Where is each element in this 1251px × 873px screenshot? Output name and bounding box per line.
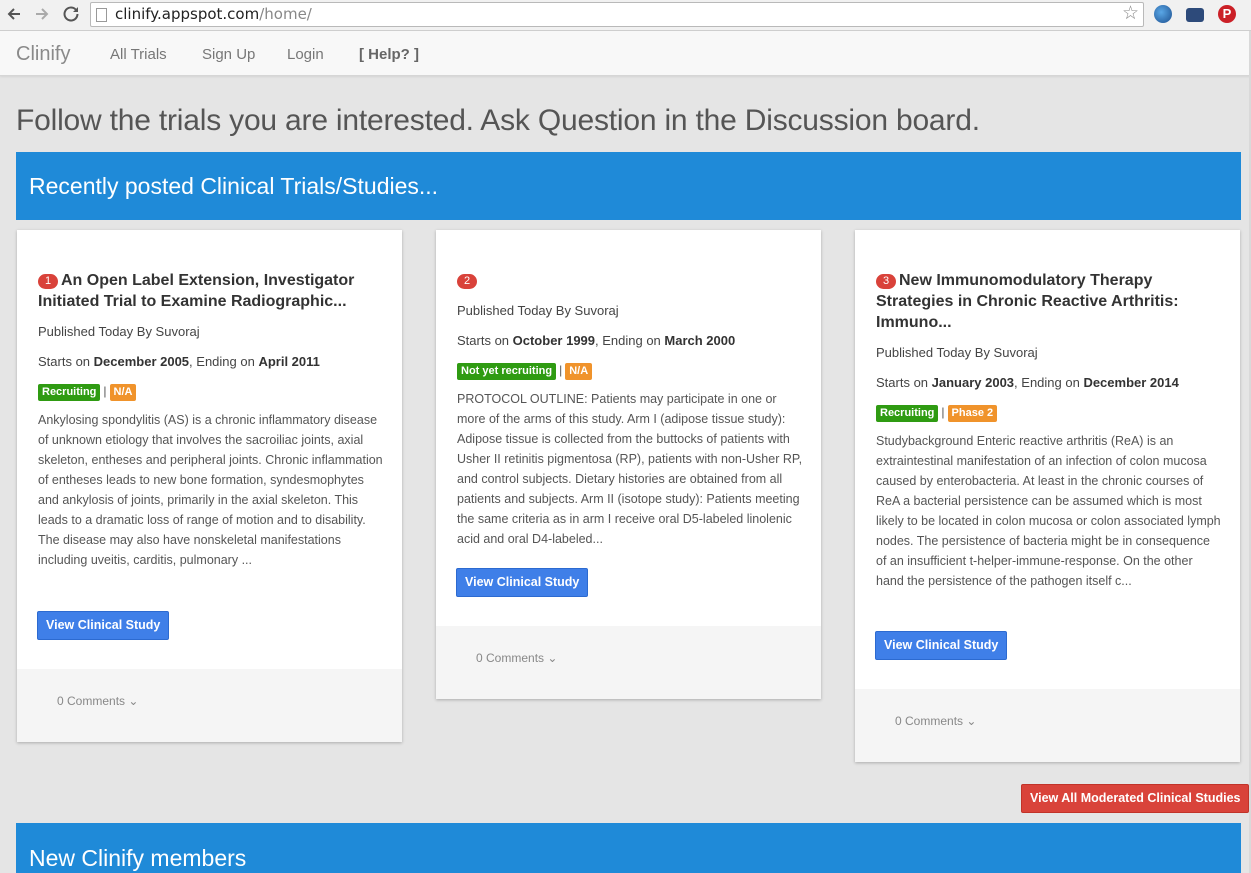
trial-labels: Recruiting | Phase 2 (876, 404, 1222, 422)
trial-number-badge: 1 (38, 274, 58, 289)
bookmark-star-icon[interactable]: ☆ (1122, 4, 1139, 24)
new-members-title: New Clinify members (29, 845, 247, 871)
url-text[interactable]: clinify.appspot.com/home/ (115, 5, 312, 23)
view-all-moderated-studies-button[interactable]: View All Moderated Clinical Studies (1021, 784, 1250, 813)
view-clinical-study-button[interactable]: View Clinical Study (875, 631, 1008, 660)
nav-login[interactable]: Login (287, 46, 324, 63)
camera-extension-icon[interactable] (1186, 8, 1204, 22)
status-badge: Recruiting (38, 384, 101, 401)
trial-dates: Starts on January 2003, Ending on Decemb… (876, 375, 1179, 390)
published-by: Published Today By Suvoraj (876, 345, 1038, 360)
globe-extension-icon[interactable] (1154, 5, 1172, 23)
trial-description: Studybackground Enteric reactive arthrit… (876, 434, 1221, 588)
trial-labels: Recruiting | N/A (38, 383, 384, 401)
trial-title[interactable]: 1 An Open Label Extension, Investigator I… (38, 270, 384, 312)
brand-logo[interactable]: Clinify (16, 43, 70, 66)
trial-title[interactable]: 2 (457, 270, 803, 291)
view-clinical-study-button[interactable]: View Clinical Study (37, 611, 170, 640)
trial-description: Ankylosing spondylitis (AS) is a chronic… (38, 413, 383, 567)
trial-title[interactable]: 3 New Immunomodulatory Therapy Strategies… (876, 270, 1222, 333)
phase-badge: Phase 2 (947, 405, 998, 422)
card-footer: 0 Comments ⌄ (436, 626, 821, 699)
page-headline: Follow the trials you are interested. As… (16, 104, 980, 137)
card-footer: 0 Comments ⌄ (855, 689, 1240, 762)
trial-dates: Starts on December 2005, Ending on April… (38, 354, 320, 369)
published-by: Published Today By Suvoraj (38, 324, 200, 339)
address-bar[interactable]: clinify.appspot.com/home/ ☆ (90, 2, 1144, 27)
page-icon (96, 8, 107, 22)
back-icon[interactable] (4, 4, 24, 24)
trial-labels: Not yet recruiting | N/A (457, 362, 803, 380)
trial-number-badge: 3 (876, 274, 896, 289)
status-badge: Not yet recruiting (457, 363, 557, 380)
status-badge: Recruiting (876, 405, 939, 422)
trial-card: 3 New Immunomodulatory Therapy Strategies… (855, 230, 1240, 762)
recent-trials-banner: Recently posted Clinical Trials/Studies.… (16, 152, 1241, 220)
published-by: Published Today By Suvoraj (457, 303, 619, 318)
trial-number-badge: 2 (457, 274, 477, 289)
phase-badge: N/A (109, 384, 137, 401)
nav-sign-up[interactable]: Sign Up (202, 46, 255, 63)
view-clinical-study-button[interactable]: View Clinical Study (456, 568, 589, 597)
top-navbar: Clinify All Trials Sign Up Login [ Help?… (0, 31, 1251, 76)
forward-icon[interactable] (32, 4, 52, 24)
pinterest-icon[interactable]: P (1218, 5, 1236, 23)
reload-icon[interactable] (61, 4, 81, 24)
comments-toggle[interactable]: 0 Comments ⌄ (57, 694, 138, 708)
recent-trials-title: Recently posted Clinical Trials/Studies.… (29, 173, 439, 199)
trial-description: PROTOCOL OUTLINE: Patients may participa… (457, 392, 803, 546)
trial-card: 1 An Open Label Extension, Investigator I… (17, 230, 402, 742)
card-footer: 0 Comments ⌄ (17, 669, 402, 742)
comments-toggle[interactable]: 0 Comments ⌄ (476, 651, 557, 665)
nav-all-trials[interactable]: All Trials (110, 46, 167, 63)
nav-help[interactable]: [ Help? ] (359, 46, 419, 63)
browser-toolbar: clinify.appspot.com/home/ ☆ P (0, 0, 1251, 31)
trial-card: 2 Published Today By Suvoraj Starts on O… (436, 230, 821, 699)
new-members-banner: New Clinify members (16, 823, 1241, 873)
trial-dates: Starts on October 1999, Ending on March … (457, 333, 736, 348)
phase-badge: N/A (565, 363, 593, 380)
comments-toggle[interactable]: 0 Comments ⌄ (895, 714, 976, 728)
